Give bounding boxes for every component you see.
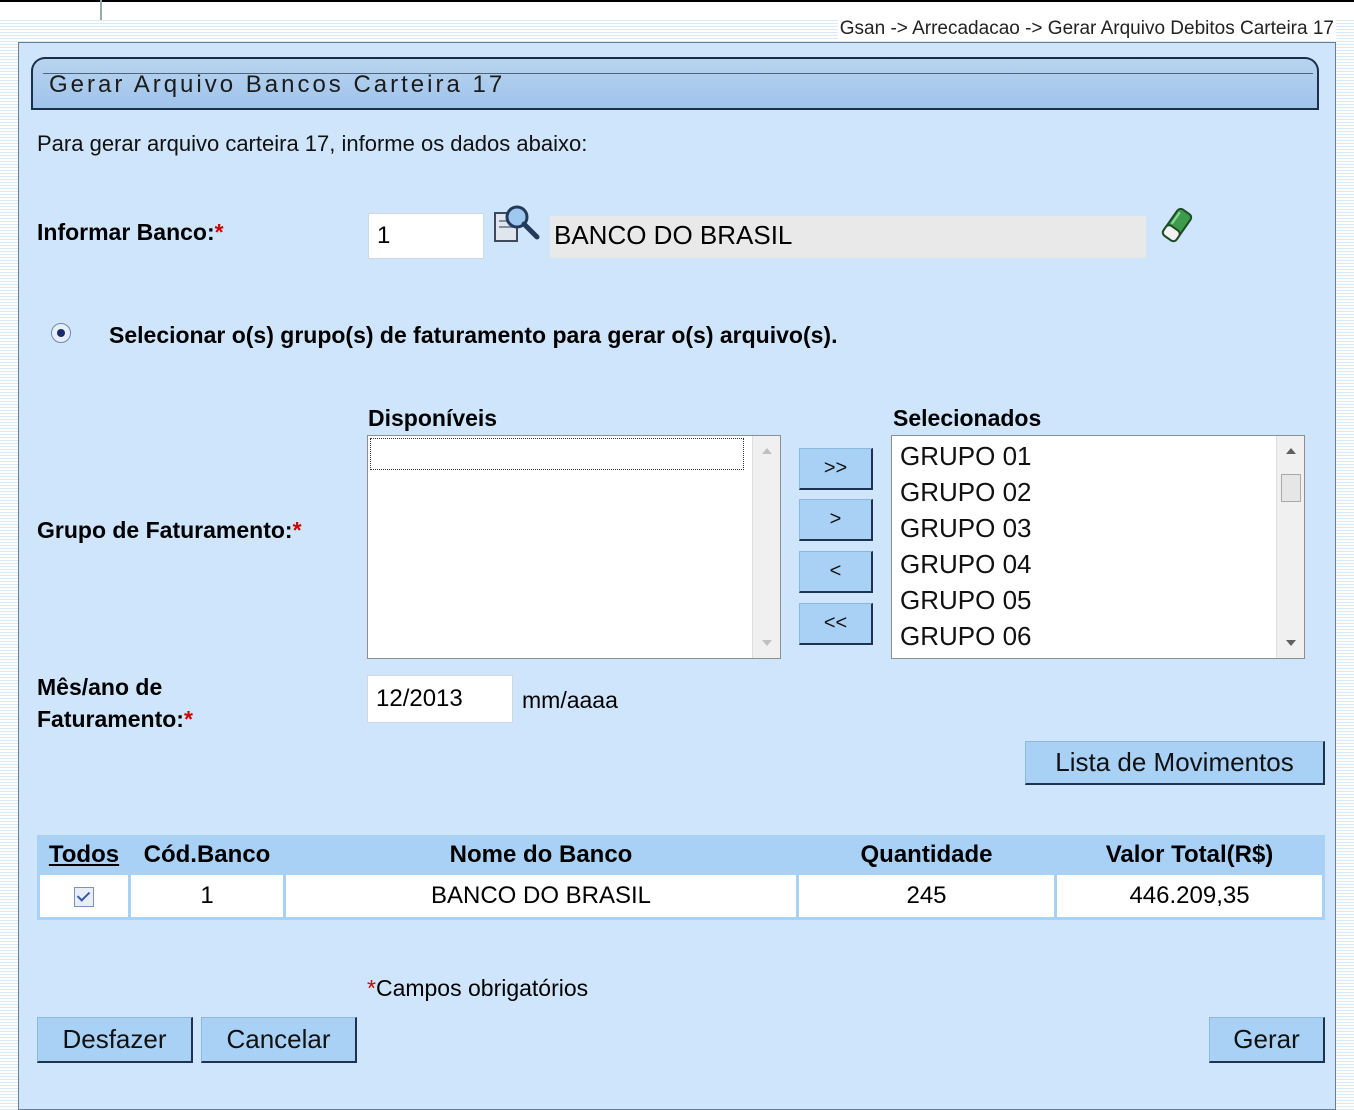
quantidade-header: Quantidade: [860, 841, 993, 868]
cod-banco-header: Cód.Banco: [143, 841, 271, 868]
row-select-cell: [40, 875, 128, 917]
banco-label: Informar Banco:*: [37, 219, 224, 245]
table-row: 1 BANCO DO BRASIL 245 446.209,35: [40, 875, 1322, 917]
bank-table: Todos Cód.Banco Nome do Banco Quantidade…: [37, 835, 1325, 920]
nome-banco-cell: BANCO DO BRASIL: [286, 875, 796, 917]
cancelar-button[interactable]: Cancelar: [201, 1017, 357, 1063]
selected-title: Selecionados: [893, 405, 1042, 431]
valor-total-cell: 446.209,35: [1057, 875, 1322, 917]
grupo-label: Grupo de Faturamento:*: [37, 517, 302, 543]
banco-name-field: BANCO DO BRASIL: [550, 216, 1146, 258]
form-panel: Gerar Arquivo Bancos Carteira 17 Para ge…: [18, 42, 1336, 1110]
row-checkbox[interactable]: [74, 886, 94, 907]
table-header-row: Todos Cód.Banco Nome do Banco Quantidade…: [40, 838, 1322, 872]
mes-ano-hint: mm/aaaa: [522, 687, 618, 713]
breadcrumb: Gsan -> Arrecadacao -> Gerar Arquivo Deb…: [837, 18, 1336, 40]
mes-ano-label: Mês/ano de Faturamento:*: [37, 674, 193, 732]
mes-ano-input[interactable]: [367, 675, 513, 723]
list-item[interactable]: GRUPO 06: [892, 618, 1304, 654]
eraser-icon[interactable]: [1155, 203, 1199, 247]
selected-list-scrollbar[interactable]: [1276, 436, 1304, 658]
banco-code-input[interactable]: [368, 213, 484, 259]
available-title: Disponíveis: [368, 405, 498, 431]
selected-list[interactable]: GRUPO 01 GRUPO 02 GRUPO 03 GRUPO 04 GRUP…: [891, 435, 1305, 659]
list-item[interactable]: GRUPO 03: [892, 510, 1304, 546]
gerar-button[interactable]: Gerar: [1209, 1017, 1325, 1063]
list-item[interactable]: GRUPO 05: [892, 582, 1304, 618]
available-list-scrollbar[interactable]: [752, 436, 780, 658]
quantidade-cell: 245: [799, 875, 1054, 917]
todos-header[interactable]: Todos: [40, 838, 128, 872]
desfazer-button[interactable]: Desfazer: [37, 1017, 193, 1063]
add-all-button[interactable]: >>: [799, 448, 873, 490]
lista-movimentos-button[interactable]: Lista de Movimentos: [1025, 741, 1325, 785]
intro-text: Para gerar arquivo carteira 17, informe …: [37, 131, 588, 156]
list-item[interactable]: GRUPO 04: [892, 546, 1304, 582]
remove-button[interactable]: <: [799, 551, 873, 593]
cod-banco-cell: 1: [131, 875, 283, 917]
top-border: [0, 0, 1354, 2]
available-list[interactable]: [367, 435, 781, 659]
available-list-item[interactable]: [370, 438, 744, 470]
magnifier-icon[interactable]: [493, 203, 541, 249]
top-divider: [100, 0, 102, 20]
list-item[interactable]: GRUPO 02: [892, 474, 1304, 510]
form-title: Gerar Arquivo Bancos Carteira 17: [49, 71, 506, 98]
valor-total-header: Valor Total(R$): [1105, 841, 1274, 868]
grupo-radio[interactable]: [51, 323, 71, 343]
scroll-thumb[interactable]: [1281, 474, 1301, 502]
required-note: *Campos obrigatórios: [367, 975, 589, 1001]
radio-label: Selecionar o(s) grupo(s) de faturamento …: [109, 322, 838, 348]
list-item[interactable]: GRUPO 01: [892, 438, 1304, 474]
add-button[interactable]: >: [799, 499, 873, 541]
nome-banco-header: Nome do Banco: [449, 841, 633, 868]
remove-all-button[interactable]: <<: [799, 603, 873, 645]
